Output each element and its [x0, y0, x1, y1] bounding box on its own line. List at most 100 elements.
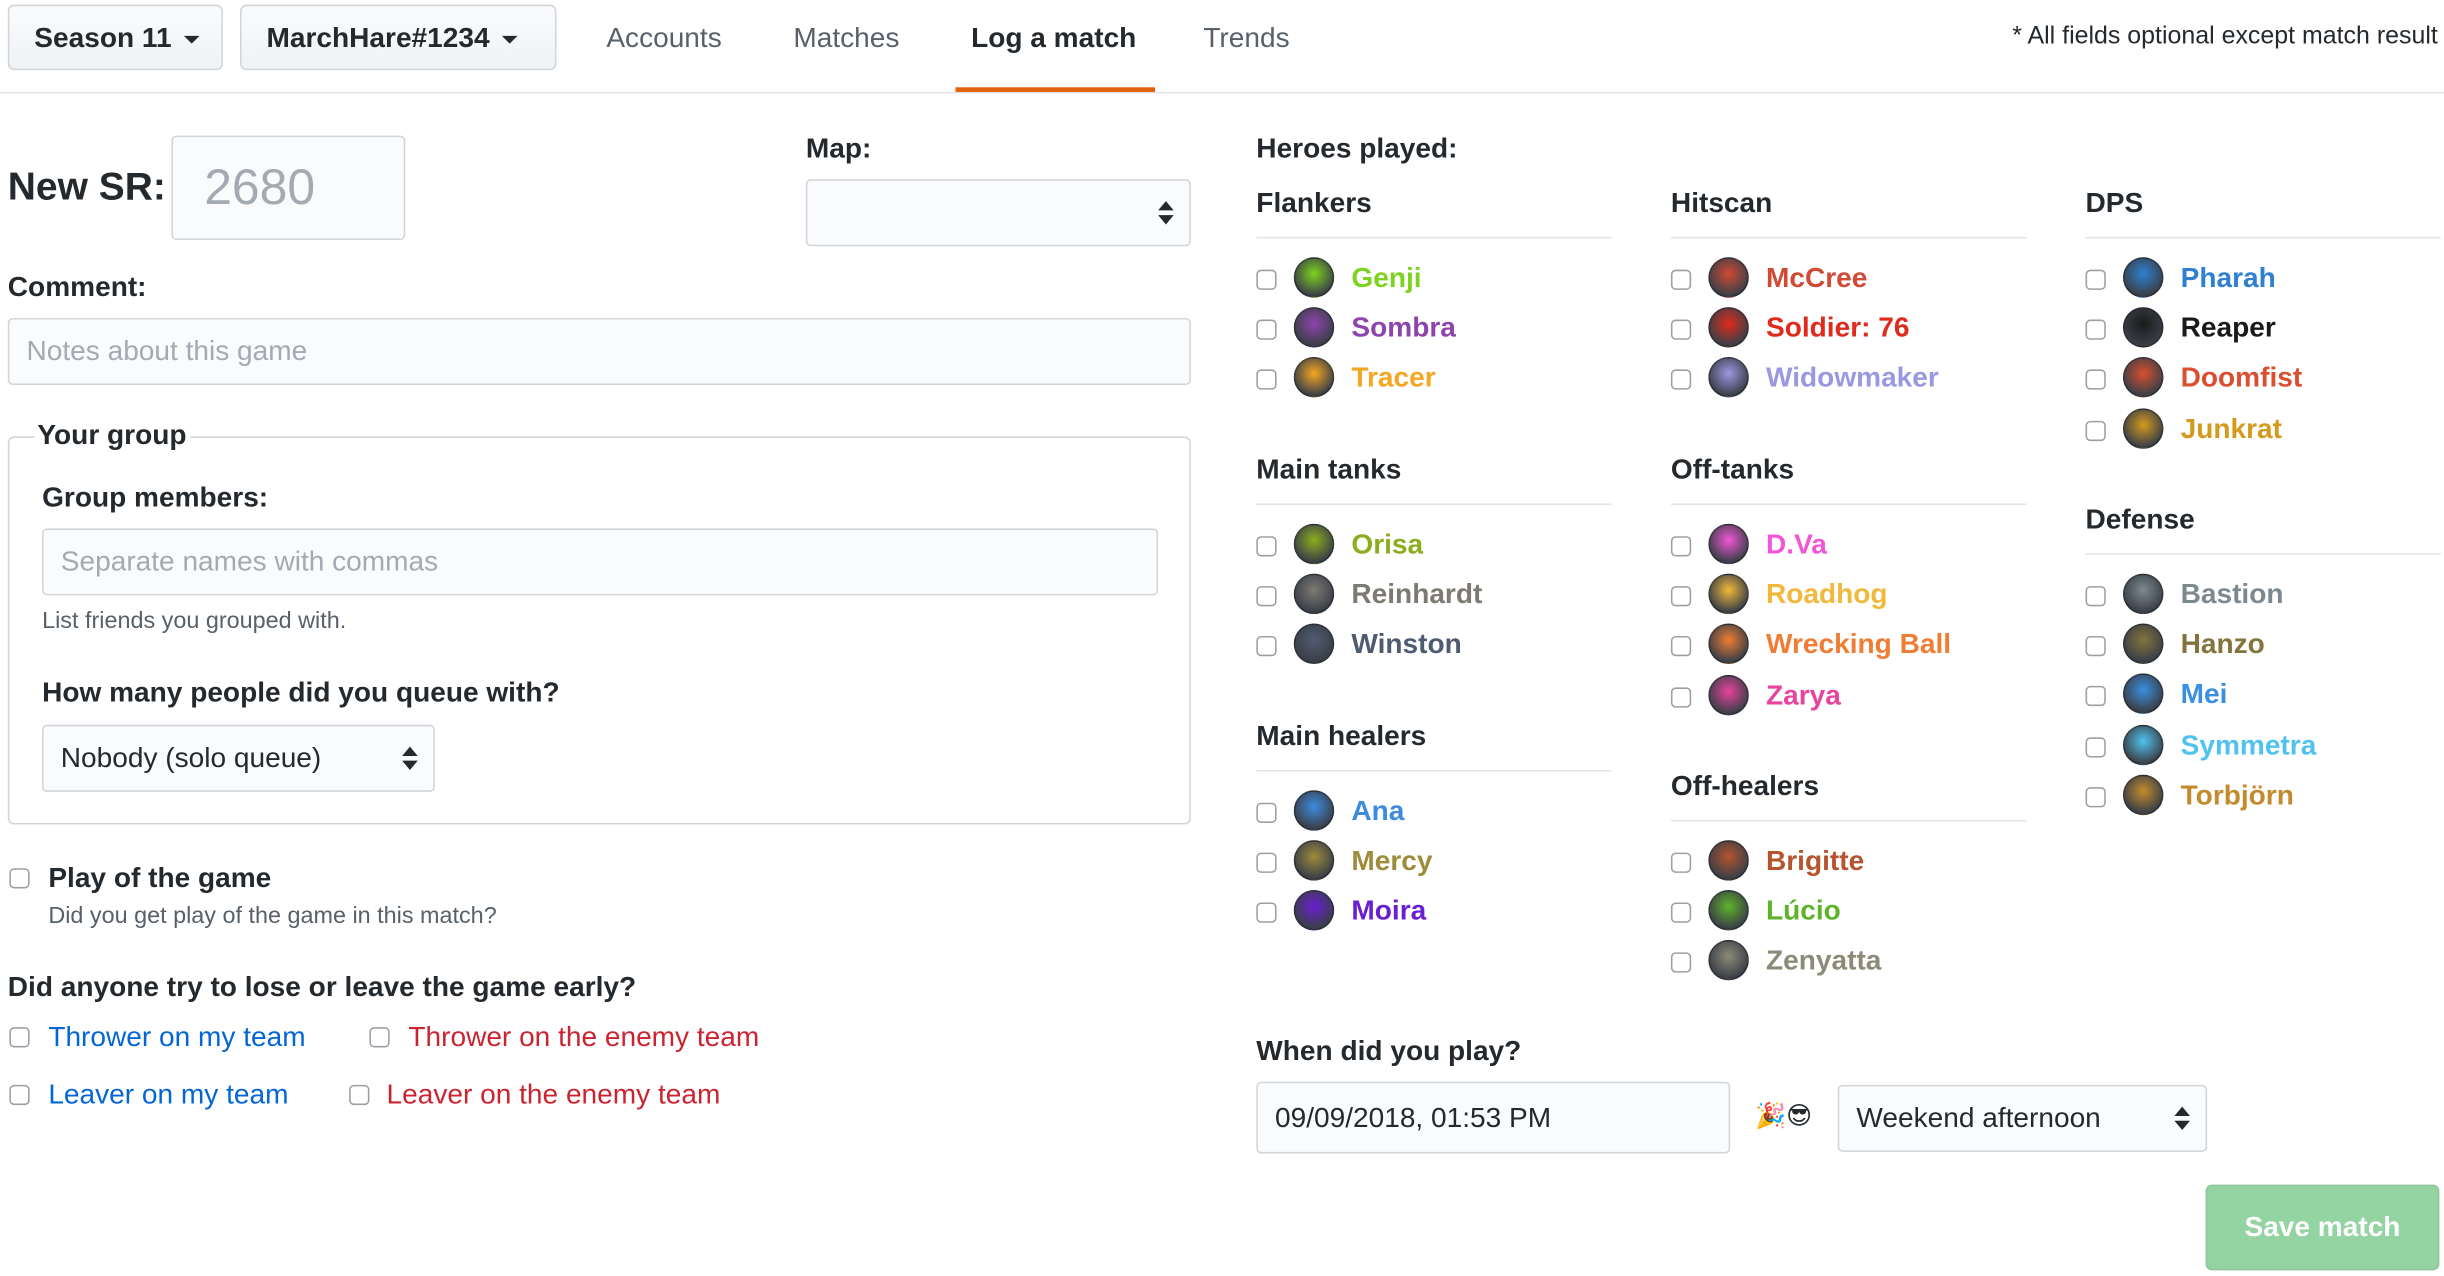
hero-name[interactable]: Winston: [1351, 629, 1461, 662]
comment-input[interactable]: Notes about this game: [7, 317, 1191, 385]
hero-name[interactable]: Mercy: [1351, 845, 1432, 878]
hero-checkbox[interactable]: [2085, 636, 2106, 657]
hero-checkbox[interactable]: [1256, 636, 1277, 657]
hero-option[interactable]: Torbjörn: [2085, 773, 2441, 820]
hero-name[interactable]: Zenyatta: [1766, 945, 1881, 978]
hero-option[interactable]: Brigitte: [1670, 839, 2026, 886]
hero-checkbox[interactable]: [1670, 686, 1692, 708]
hero-checkbox[interactable]: [1256, 319, 1277, 341]
hero-option[interactable]: D.Va: [1670, 522, 2026, 569]
hero-checkbox[interactable]: [1670, 952, 1692, 974]
hero-name[interactable]: Bastion: [2181, 578, 2284, 611]
hero-checkbox[interactable]: [2085, 269, 2106, 290]
hero-name[interactable]: Hanzo: [2181, 628, 2265, 661]
thrower-enemy-team-label[interactable]: Thrower on the enemy team: [408, 1021, 759, 1054]
hero-option[interactable]: Moira: [1256, 889, 1611, 936]
hero-checkbox[interactable]: [1670, 370, 1692, 391]
hero-checkbox[interactable]: [1670, 536, 1692, 557]
hero-checkbox[interactable]: [1670, 269, 1692, 290]
hero-name[interactable]: Zarya: [1766, 679, 1841, 712]
hero-name[interactable]: Mei: [2181, 679, 2228, 712]
hero-option[interactable]: Zarya: [1670, 673, 2026, 720]
hero-name[interactable]: Torbjörn: [2181, 779, 2294, 812]
hero-checkbox[interactable]: [1256, 586, 1277, 607]
hero-name[interactable]: Moira: [1351, 895, 1426, 928]
hero-option[interactable]: Roadhog: [1670, 572, 2026, 619]
hero-name[interactable]: Genji: [1351, 262, 1421, 295]
hero-option[interactable]: Doomfist: [2085, 356, 2441, 403]
hero-name[interactable]: Reinhardt: [1351, 579, 1482, 612]
hero-option[interactable]: Junkrat: [2085, 406, 2441, 453]
hero-checkbox[interactable]: [1256, 852, 1277, 874]
hero-name[interactable]: Doomfist: [2181, 362, 2303, 395]
hero-name[interactable]: McCree: [1766, 262, 1867, 295]
hero-option[interactable]: Zenyatta: [1670, 939, 2026, 986]
leaver-my-team-checkbox[interactable]: [9, 1084, 30, 1106]
hero-checkbox[interactable]: [1670, 636, 1692, 657]
hero-checkbox[interactable]: [1256, 370, 1277, 391]
hero-name[interactable]: Symmetra: [2181, 729, 2317, 762]
leaver-enemy-team-label[interactable]: Leaver on the enemy team: [387, 1079, 721, 1112]
hero-option[interactable]: Pharah: [2085, 256, 2441, 303]
hero-checkbox[interactable]: [2085, 686, 2106, 707]
hero-option[interactable]: McCree: [1670, 256, 2026, 303]
leaver-my-team-label[interactable]: Leaver on my team: [48, 1079, 288, 1112]
thrower-my-team-label[interactable]: Thrower on my team: [48, 1021, 305, 1054]
thrower-my-team-checkbox[interactable]: [9, 1027, 30, 1048]
hero-name[interactable]: Roadhog: [1766, 579, 1888, 612]
hero-checkbox[interactable]: [2085, 420, 2106, 441]
hero-name[interactable]: D.Va: [1766, 528, 1827, 561]
save-match-button[interactable]: Save match: [2205, 1184, 2440, 1271]
hero-checkbox[interactable]: [1670, 852, 1692, 873]
account-dropdown[interactable]: MarchHare#1234: [240, 4, 557, 71]
tab-log-a-match[interactable]: Log a match: [971, 22, 1136, 55]
season-dropdown[interactable]: Season 11: [7, 4, 223, 71]
tab-accounts[interactable]: Accounts: [606, 22, 721, 55]
hero-name[interactable]: Sombra: [1351, 312, 1455, 345]
hero-option[interactable]: Symmetra: [2085, 723, 2441, 770]
queue-select[interactable]: Nobody (solo queue): [42, 724, 435, 792]
hero-option[interactable]: Reaper: [2085, 306, 2441, 353]
leaver-enemy-team-checkbox[interactable]: [349, 1084, 370, 1106]
hero-name[interactable]: Wrecking Ball: [1766, 629, 1951, 662]
hero-option[interactable]: Mei: [2085, 672, 2441, 719]
hero-checkbox[interactable]: [1670, 586, 1692, 607]
hero-name[interactable]: Lúcio: [1766, 895, 1841, 928]
hero-checkbox[interactable]: [1256, 269, 1277, 290]
map-select[interactable]: [805, 179, 1191, 247]
time-period-select[interactable]: Weekend afternoon: [1837, 1084, 2208, 1152]
hero-option[interactable]: Hanzo: [2085, 622, 2441, 669]
hero-checkbox[interactable]: [1256, 802, 1277, 823]
hero-checkbox[interactable]: [1670, 319, 1692, 341]
hero-checkbox[interactable]: [2085, 736, 2106, 757]
hero-option[interactable]: Orisa: [1256, 522, 1611, 569]
hero-option[interactable]: Reinhardt: [1256, 572, 1611, 619]
hero-option[interactable]: Winston: [1256, 623, 1611, 670]
hero-name[interactable]: Reaper: [2181, 312, 2276, 345]
hero-checkbox[interactable]: [2085, 586, 2106, 607]
hero-checkbox[interactable]: [2085, 370, 2106, 391]
hero-option[interactable]: Sombra: [1256, 306, 1611, 353]
hero-option[interactable]: Wrecking Ball: [1670, 623, 2026, 670]
potg-checkbox[interactable]: [9, 868, 30, 889]
hero-option[interactable]: Widowmaker: [1670, 356, 2026, 403]
hero-checkbox[interactable]: [1670, 902, 1692, 924]
tab-matches[interactable]: Matches: [793, 22, 899, 55]
hero-option[interactable]: Mercy: [1256, 839, 1611, 886]
hero-checkbox[interactable]: [2085, 319, 2106, 341]
hero-name[interactable]: Junkrat: [2181, 412, 2282, 445]
hero-checkbox[interactable]: [1256, 903, 1277, 924]
hero-name[interactable]: Soldier: 76: [1766, 312, 1909, 345]
group-members-input[interactable]: Separate names with commas: [42, 528, 1159, 596]
hero-name[interactable]: Pharah: [2181, 262, 2276, 295]
hero-name[interactable]: Brigitte: [1766, 845, 1864, 878]
hero-name[interactable]: Ana: [1351, 795, 1404, 828]
hero-option[interactable]: Lúcio: [1670, 889, 2026, 936]
tab-trends[interactable]: Trends: [1203, 22, 1289, 55]
hero-checkbox[interactable]: [1256, 536, 1277, 557]
hero-option[interactable]: Ana: [1256, 789, 1611, 836]
thrower-enemy-team-checkbox[interactable]: [369, 1027, 390, 1048]
hero-option[interactable]: Bastion: [2085, 572, 2441, 619]
hero-option[interactable]: Soldier: 76: [1670, 306, 2026, 353]
hero-name[interactable]: Widowmaker: [1766, 362, 1939, 395]
